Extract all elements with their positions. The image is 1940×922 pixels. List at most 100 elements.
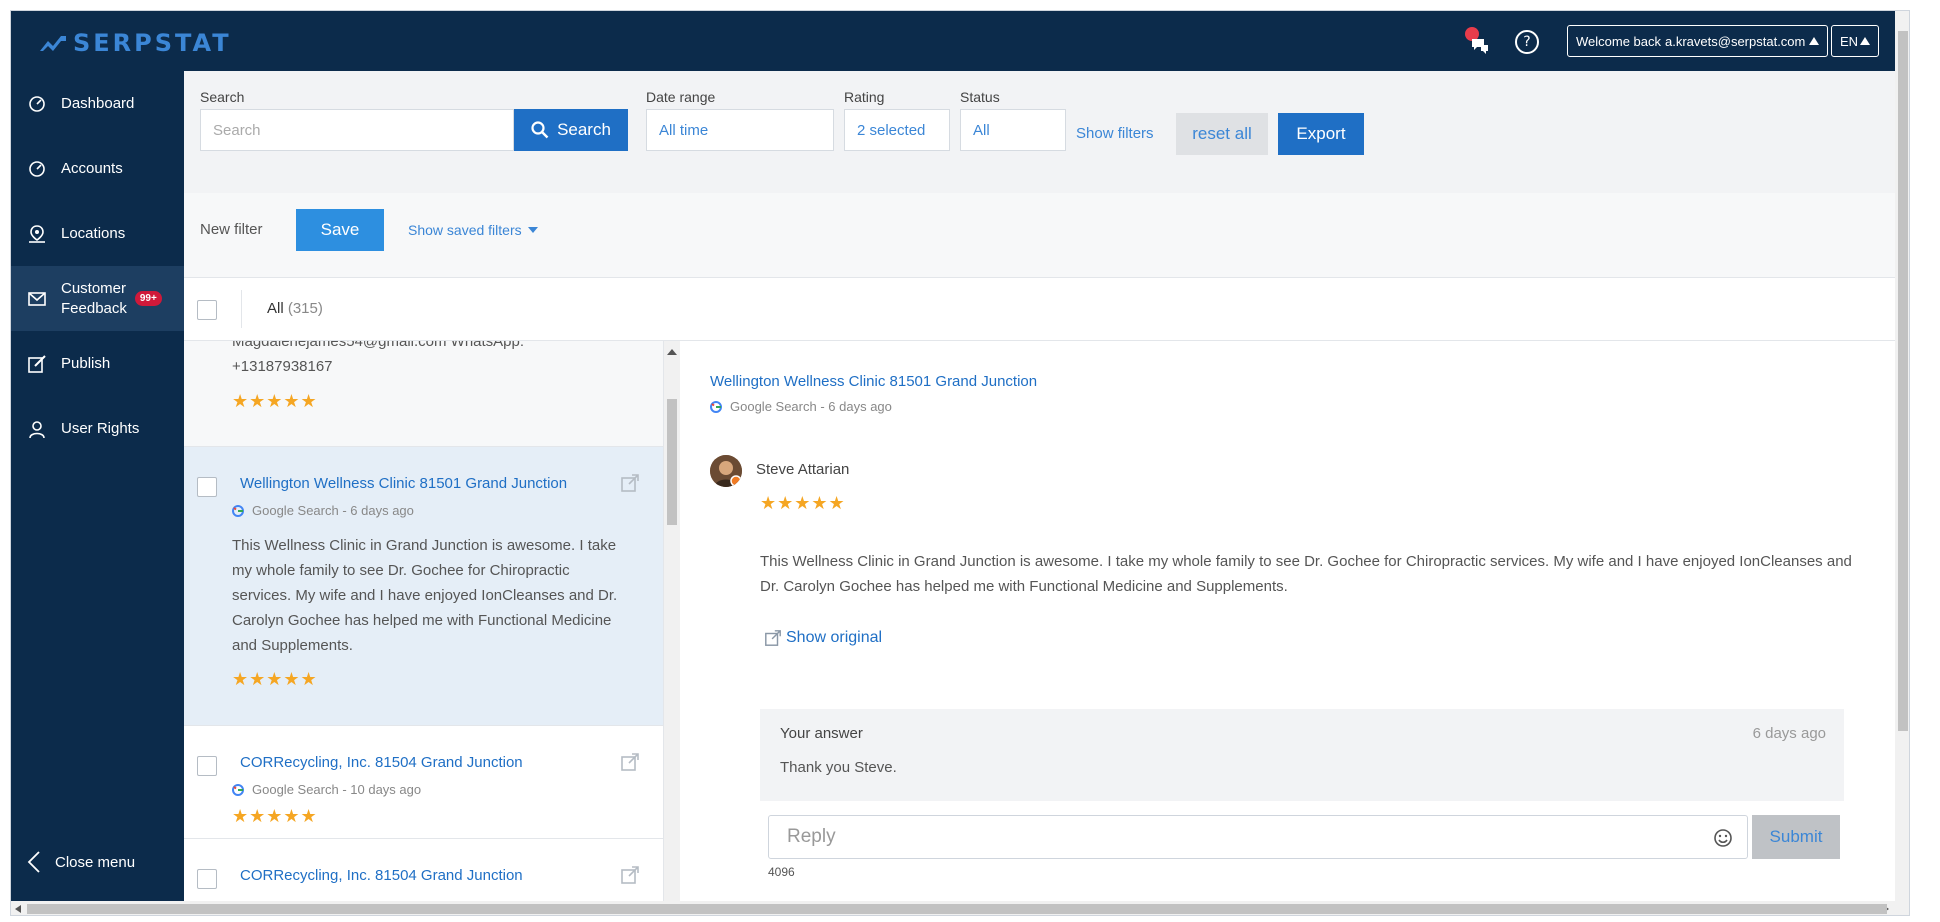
review-location-link[interactable]: CORRecycling, Inc. 81504 Grand Junction: [240, 754, 523, 771]
sidebar-item-customer-feedback[interactable]: Customer Feedback 99+: [11, 266, 184, 331]
sidebar-item-label: User Rights: [61, 420, 140, 437]
external-link-icon[interactable]: [620, 752, 640, 772]
status-select[interactable]: All: [960, 109, 1066, 151]
external-link-icon[interactable]: [620, 473, 640, 493]
show-original-label: Show original: [786, 629, 883, 646]
publish-icon: [27, 354, 47, 374]
review-checkbox[interactable]: [197, 756, 217, 776]
sidebar-item-locations[interactable]: Locations: [11, 201, 184, 266]
all-tab-count: (315): [287, 300, 323, 317]
rating-label: Rating: [844, 89, 885, 105]
review-text: This Wellness Clinic in Grand Junction i…: [760, 553, 1852, 595]
detail-source-label: Google Search - 6 days ago: [730, 399, 892, 414]
page-vertical-scrollbar-thumb[interactable]: [1898, 31, 1908, 731]
external-link-icon: [765, 630, 781, 646]
review-text-line: Magdalenejames54@gmail.com WhatsApp:: [232, 341, 525, 350]
review-source-label: Google Search - 10 days ago: [252, 782, 422, 797]
caret-down-icon: [527, 227, 538, 233]
save-filter-button[interactable]: Save: [296, 209, 384, 251]
list-scrollbar-thumb[interactable]: [667, 399, 677, 525]
sidebar-item-publish[interactable]: Publish: [11, 331, 184, 396]
sidebar-item-label: Accounts: [61, 160, 123, 177]
date-range-label: Date range: [646, 89, 716, 105]
sidebar-item-label: Customer Feedback: [61, 279, 127, 319]
answer-label: Your answer: [780, 725, 863, 742]
answer-box: Your answer 6 days ago Thank you Steve.: [760, 709, 1844, 801]
sidebar-item-label: Locations: [61, 225, 126, 242]
help-icon[interactable]: ?: [1515, 30, 1539, 54]
show-filters-link[interactable]: Show filters: [1076, 125, 1154, 142]
review-source: Google Search - 6 days ago: [232, 503, 414, 518]
search-icon: [531, 121, 549, 139]
page-horizontal-scrollbar-thumb[interactable]: [27, 904, 1887, 914]
star-rating: ★★★★★: [232, 669, 318, 690]
reply-placeholder: Reply: [787, 826, 836, 847]
language-selector[interactable]: EN: [1831, 25, 1880, 57]
close-menu-button[interactable]: Close menu: [27, 851, 135, 873]
sidebar: Dashboard Accounts Locations Customer Fe…: [11, 71, 184, 915]
show-saved-filters-label: Show saved filters: [408, 222, 522, 238]
review-text-line: +13187938167: [232, 358, 333, 375]
search-button[interactable]: Search: [514, 109, 628, 151]
chevron-left-icon: [27, 851, 40, 873]
select-all-checkbox[interactable]: [197, 300, 217, 320]
search-button-label: Search: [557, 120, 611, 139]
caret-up-icon: [1809, 37, 1820, 45]
external-link-icon[interactable]: [620, 865, 640, 885]
list-item[interactable]: CORRecycling, Inc. 81504 Grand Junction: [184, 839, 663, 901]
emoji-icon[interactable]: [1713, 828, 1733, 848]
answer-timestamp: 6 days ago: [1752, 725, 1826, 742]
review-author: Steve Attarian: [756, 461, 850, 478]
new-filter-label: New filter: [200, 221, 263, 238]
divider: [241, 290, 242, 328]
review-location-link[interactable]: Wellington Wellness Clinic 81501 Grand J…: [240, 475, 567, 492]
review-checkbox[interactable]: [197, 869, 217, 889]
sidebar-item-user-rights[interactable]: User Rights: [11, 396, 184, 461]
avatar-image: [710, 455, 742, 487]
notifications-button[interactable]: [1463, 27, 1495, 59]
avatar: [710, 455, 742, 487]
date-range-select[interactable]: All time: [646, 109, 834, 151]
serpstat-logo[interactable]: SERPSTAT: [39, 29, 232, 57]
reset-all-button[interactable]: reset all: [1176, 113, 1268, 155]
google-icon: [710, 400, 722, 413]
top-bar: SERPSTAT ? Welcome back a.kravets@serpst…: [11, 11, 1909, 71]
all-tab[interactable]: All (315): [267, 300, 323, 317]
answer-text: Thank you Steve.: [780, 759, 897, 776]
review-location-link[interactable]: CORRecycling, Inc. 81504 Grand Junction: [240, 867, 523, 884]
mail-icon: [27, 289, 47, 309]
sidebar-item-label: Publish: [61, 355, 111, 372]
dashboard-icon: [27, 94, 47, 114]
user-menu-button[interactable]: Welcome back a.kravets@serpstat.com: [1567, 25, 1829, 57]
detail-location-link[interactable]: Wellington Wellness Clinic 81501 Grand J…: [710, 373, 1037, 390]
all-tab-label: All: [267, 300, 284, 317]
review-checkbox[interactable]: [197, 477, 217, 497]
scroll-up-arrow-icon[interactable]: [667, 349, 677, 355]
list-item-selected[interactable]: Wellington Wellness Clinic 81501 Grand J…: [184, 447, 663, 726]
export-button[interactable]: Export: [1278, 113, 1364, 155]
show-original-link[interactable]: Show original: [764, 629, 882, 647]
search-input[interactable]: Search: [200, 109, 514, 151]
sidebar-item-accounts[interactable]: Accounts: [11, 136, 184, 201]
sidebar-item-label-line: Customer: [61, 279, 127, 297]
list-item[interactable]: Magdalenejames54@gmail.com WhatsApp: +13…: [184, 341, 663, 447]
logo-icon: [40, 36, 66, 51]
sidebar-item-dashboard[interactable]: Dashboard: [11, 71, 184, 136]
logo-text: SERPSTAT: [73, 29, 232, 57]
rating-select[interactable]: 2 selected: [844, 109, 950, 151]
search-label: Search: [200, 89, 245, 105]
caret-up-icon: [1860, 37, 1871, 45]
user-email: a.kravets@serpstat.com: [1665, 33, 1806, 49]
submit-reply-button[interactable]: Submit: [1752, 815, 1840, 859]
detail-source: Google Search - 6 days ago: [710, 399, 892, 414]
google-icon: [232, 504, 244, 517]
reply-input[interactable]: Reply: [768, 815, 1748, 859]
list-item[interactable]: CORRecycling, Inc. 81504 Grand Junction …: [184, 726, 663, 839]
google-icon: [232, 783, 244, 796]
character-counter: 4096: [768, 865, 795, 879]
show-saved-filters-link[interactable]: Show saved filters: [408, 222, 538, 238]
review-source-label: Google Search - 6 days ago: [252, 503, 414, 518]
feedback-count-badge: 99+: [134, 291, 162, 306]
star-rating: ★★★★★: [232, 806, 318, 827]
scroll-left-arrow-icon[interactable]: [15, 905, 21, 913]
